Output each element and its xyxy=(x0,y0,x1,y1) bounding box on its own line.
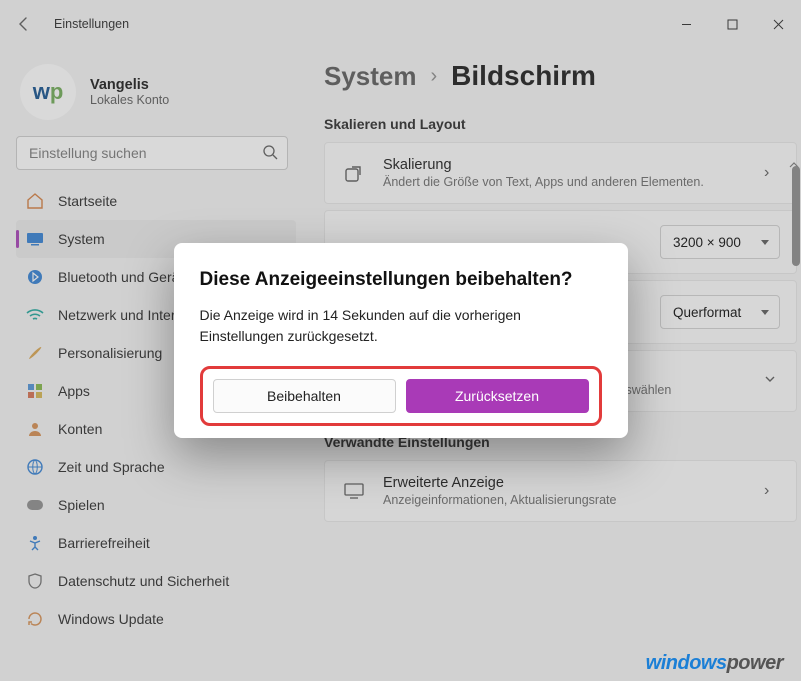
dialog-button-row: Beibehalten Zurücksetzen xyxy=(200,366,602,426)
dialog-body: Die Anzeige wird in 14 Sekunden auf die … xyxy=(200,305,602,346)
keep-settings-dialog: Diese Anzeigeeinstellungen beibehalten? … xyxy=(174,243,628,438)
watermark: windowspower xyxy=(646,652,783,675)
modal-overlay: Diese Anzeigeeinstellungen beibehalten? … xyxy=(0,0,801,681)
dialog-title: Diese Anzeigeeinstellungen beibehalten? xyxy=(200,269,602,291)
revert-button[interactable]: Zurücksetzen xyxy=(406,379,589,413)
settings-window: Einstellungen wp Vangelis Lokales Konto … xyxy=(0,0,801,681)
keep-button[interactable]: Beibehalten xyxy=(213,379,396,413)
